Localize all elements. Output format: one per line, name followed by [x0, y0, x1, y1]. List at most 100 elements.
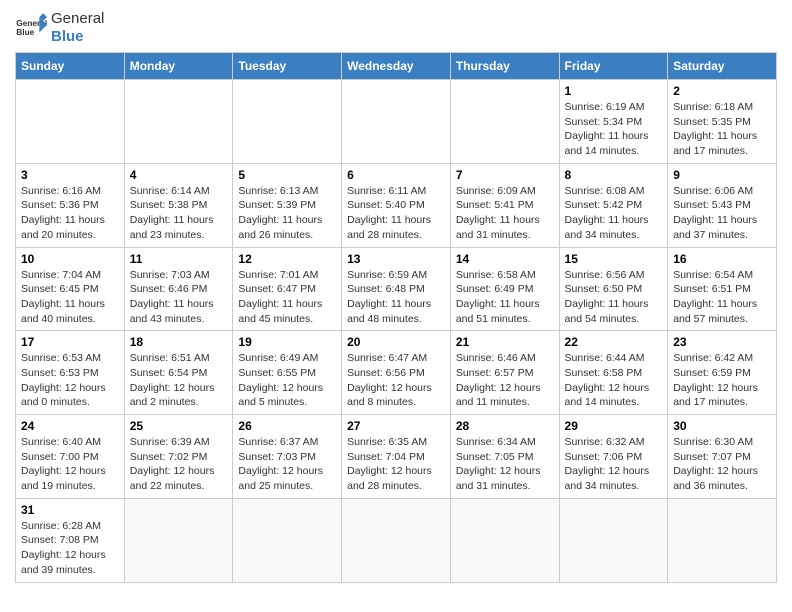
day-cell: 15Sunrise: 6:56 AM Sunset: 6:50 PM Dayli… [559, 247, 668, 331]
day-number: 6 [347, 168, 445, 182]
day-number: 26 [238, 419, 336, 433]
day-info: Sunrise: 7:01 AM Sunset: 6:47 PM Dayligh… [238, 268, 336, 327]
header-cell-saturday: Saturday [668, 53, 777, 80]
calendar-header-row: SundayMondayTuesdayWednesdayThursdayFrid… [16, 53, 777, 80]
day-number: 13 [347, 252, 445, 266]
logo-blue: Blue [51, 28, 104, 46]
week-row-4: 24 Sunrise: 6:40 AM Sunset: 7:00 PM Dayli… [16, 415, 777, 499]
day-cell: 16Sunrise: 6:54 AM Sunset: 6:51 PM Dayli… [668, 247, 777, 331]
day-cell [450, 498, 559, 582]
day-number: 21 [456, 335, 554, 349]
day-cell [16, 80, 125, 164]
day-cell: 11 Sunrise: 7:03 AM Sunset: 6:46 PM Dayli… [124, 247, 233, 331]
header-cell-sunday: Sunday [16, 53, 125, 80]
day-number: 8 [565, 168, 663, 182]
day-info: Sunrise: 7:04 AM Sunset: 6:45 PM Dayligh… [21, 268, 119, 327]
day-number: 9 [673, 168, 771, 182]
header-cell-wednesday: Wednesday [342, 53, 451, 80]
day-number: 30 [673, 419, 771, 433]
day-number: 31 [21, 503, 119, 517]
day-number: 18 [130, 335, 228, 349]
day-number: 20 [347, 335, 445, 349]
day-cell [124, 498, 233, 582]
svg-text:Blue: Blue [16, 27, 34, 37]
day-cell [233, 80, 342, 164]
day-info: Sunrise: 6:30 AM Sunset: 7:07 PM Dayligh… [673, 435, 771, 494]
day-cell: 20Sunrise: 6:47 AM Sunset: 6:56 PM Dayli… [342, 331, 451, 415]
day-cell [559, 498, 668, 582]
logo: General Blue General Blue [15, 10, 104, 46]
day-info: Sunrise: 6:06 AM Sunset: 5:43 PM Dayligh… [673, 184, 771, 243]
calendar-table: SundayMondayTuesdayWednesdayThursdayFrid… [15, 52, 777, 583]
day-info: Sunrise: 6:49 AM Sunset: 6:55 PM Dayligh… [238, 351, 336, 410]
day-cell: 3Sunrise: 6:16 AM Sunset: 5:36 PM Daylig… [16, 163, 125, 247]
header-cell-thursday: Thursday [450, 53, 559, 80]
day-cell: 27 Sunrise: 6:35 AM Sunset: 7:04 PM Dayli… [342, 415, 451, 499]
day-number: 17 [21, 335, 119, 349]
day-info: Sunrise: 6:11 AM Sunset: 5:40 PM Dayligh… [347, 184, 445, 243]
day-info: Sunrise: 6:59 AM Sunset: 6:48 PM Dayligh… [347, 268, 445, 327]
day-number: 23 [673, 335, 771, 349]
day-info: Sunrise: 6:46 AM Sunset: 6:57 PM Dayligh… [456, 351, 554, 410]
day-number: 25 [130, 419, 228, 433]
day-number: 12 [238, 252, 336, 266]
day-info: Sunrise: 6:35 AM Sunset: 7:04 PM Dayligh… [347, 435, 445, 494]
day-cell: 21 Sunrise: 6:46 AM Sunset: 6:57 PM Dayli… [450, 331, 559, 415]
day-cell: 2 Sunrise: 6:18 AM Sunset: 5:35 PM Daylig… [668, 80, 777, 164]
day-info: Sunrise: 6:39 AM Sunset: 7:02 PM Dayligh… [130, 435, 228, 494]
day-info: Sunrise: 6:18 AM Sunset: 5:35 PM Dayligh… [673, 100, 771, 159]
day-info: Sunrise: 6:40 AM Sunset: 7:00 PM Dayligh… [21, 435, 119, 494]
day-cell: 30 Sunrise: 6:30 AM Sunset: 7:07 PM Dayli… [668, 415, 777, 499]
day-number: 7 [456, 168, 554, 182]
day-info: Sunrise: 6:44 AM Sunset: 6:58 PM Dayligh… [565, 351, 663, 410]
day-info: Sunrise: 6:32 AM Sunset: 7:06 PM Dayligh… [565, 435, 663, 494]
day-info: Sunrise: 6:09 AM Sunset: 5:41 PM Dayligh… [456, 184, 554, 243]
day-cell: 6 Sunrise: 6:11 AM Sunset: 5:40 PM Daylig… [342, 163, 451, 247]
day-info: Sunrise: 6:34 AM Sunset: 7:05 PM Dayligh… [456, 435, 554, 494]
day-cell: 17 Sunrise: 6:53 AM Sunset: 6:53 PM Dayli… [16, 331, 125, 415]
day-cell [342, 498, 451, 582]
day-number: 28 [456, 419, 554, 433]
day-info: Sunrise: 7:03 AM Sunset: 6:46 PM Dayligh… [130, 268, 228, 327]
week-row-2: 10 Sunrise: 7:04 AM Sunset: 6:45 PM Dayli… [16, 247, 777, 331]
day-cell: 13 Sunrise: 6:59 AM Sunset: 6:48 PM Dayli… [342, 247, 451, 331]
day-number: 27 [347, 419, 445, 433]
day-number: 11 [130, 252, 228, 266]
day-cell: 14Sunrise: 6:58 AM Sunset: 6:49 PM Dayli… [450, 247, 559, 331]
day-cell: 24 Sunrise: 6:40 AM Sunset: 7:00 PM Dayli… [16, 415, 125, 499]
day-cell: 7 Sunrise: 6:09 AM Sunset: 5:41 PM Daylig… [450, 163, 559, 247]
day-number: 4 [130, 168, 228, 182]
day-cell: 4Sunrise: 6:14 AM Sunset: 5:38 PM Daylig… [124, 163, 233, 247]
day-cell: 5Sunrise: 6:13 AM Sunset: 5:39 PM Daylig… [233, 163, 342, 247]
calendar-body: 1Sunrise: 6:19 AM Sunset: 5:34 PM Daylig… [16, 80, 777, 583]
week-row-3: 17 Sunrise: 6:53 AM Sunset: 6:53 PM Dayli… [16, 331, 777, 415]
day-info: Sunrise: 6:56 AM Sunset: 6:50 PM Dayligh… [565, 268, 663, 327]
day-info: Sunrise: 6:53 AM Sunset: 6:53 PM Dayligh… [21, 351, 119, 410]
day-number: 2 [673, 84, 771, 98]
day-cell: 8Sunrise: 6:08 AM Sunset: 5:42 PM Daylig… [559, 163, 668, 247]
day-info: Sunrise: 6:51 AM Sunset: 6:54 PM Dayligh… [130, 351, 228, 410]
day-cell [233, 498, 342, 582]
day-number: 16 [673, 252, 771, 266]
day-number: 29 [565, 419, 663, 433]
day-cell: 22 Sunrise: 6:44 AM Sunset: 6:58 PM Dayli… [559, 331, 668, 415]
day-cell [450, 80, 559, 164]
day-cell: 12 Sunrise: 7:01 AM Sunset: 6:47 PM Dayli… [233, 247, 342, 331]
day-number: 14 [456, 252, 554, 266]
header-cell-tuesday: Tuesday [233, 53, 342, 80]
day-cell: 31Sunrise: 6:28 AM Sunset: 7:08 PM Dayli… [16, 498, 125, 582]
day-number: 22 [565, 335, 663, 349]
day-info: Sunrise: 6:42 AM Sunset: 6:59 PM Dayligh… [673, 351, 771, 410]
day-number: 19 [238, 335, 336, 349]
day-cell [668, 498, 777, 582]
week-row-5: 31Sunrise: 6:28 AM Sunset: 7:08 PM Dayli… [16, 498, 777, 582]
day-number: 24 [21, 419, 119, 433]
day-cell: 29 Sunrise: 6:32 AM Sunset: 7:06 PM Dayli… [559, 415, 668, 499]
day-cell: 19 Sunrise: 6:49 AM Sunset: 6:55 PM Dayli… [233, 331, 342, 415]
day-cell [124, 80, 233, 164]
week-row-1: 3Sunrise: 6:16 AM Sunset: 5:36 PM Daylig… [16, 163, 777, 247]
header-cell-friday: Friday [559, 53, 668, 80]
week-row-0: 1Sunrise: 6:19 AM Sunset: 5:34 PM Daylig… [16, 80, 777, 164]
day-number: 10 [21, 252, 119, 266]
logo-general: General [51, 10, 104, 28]
